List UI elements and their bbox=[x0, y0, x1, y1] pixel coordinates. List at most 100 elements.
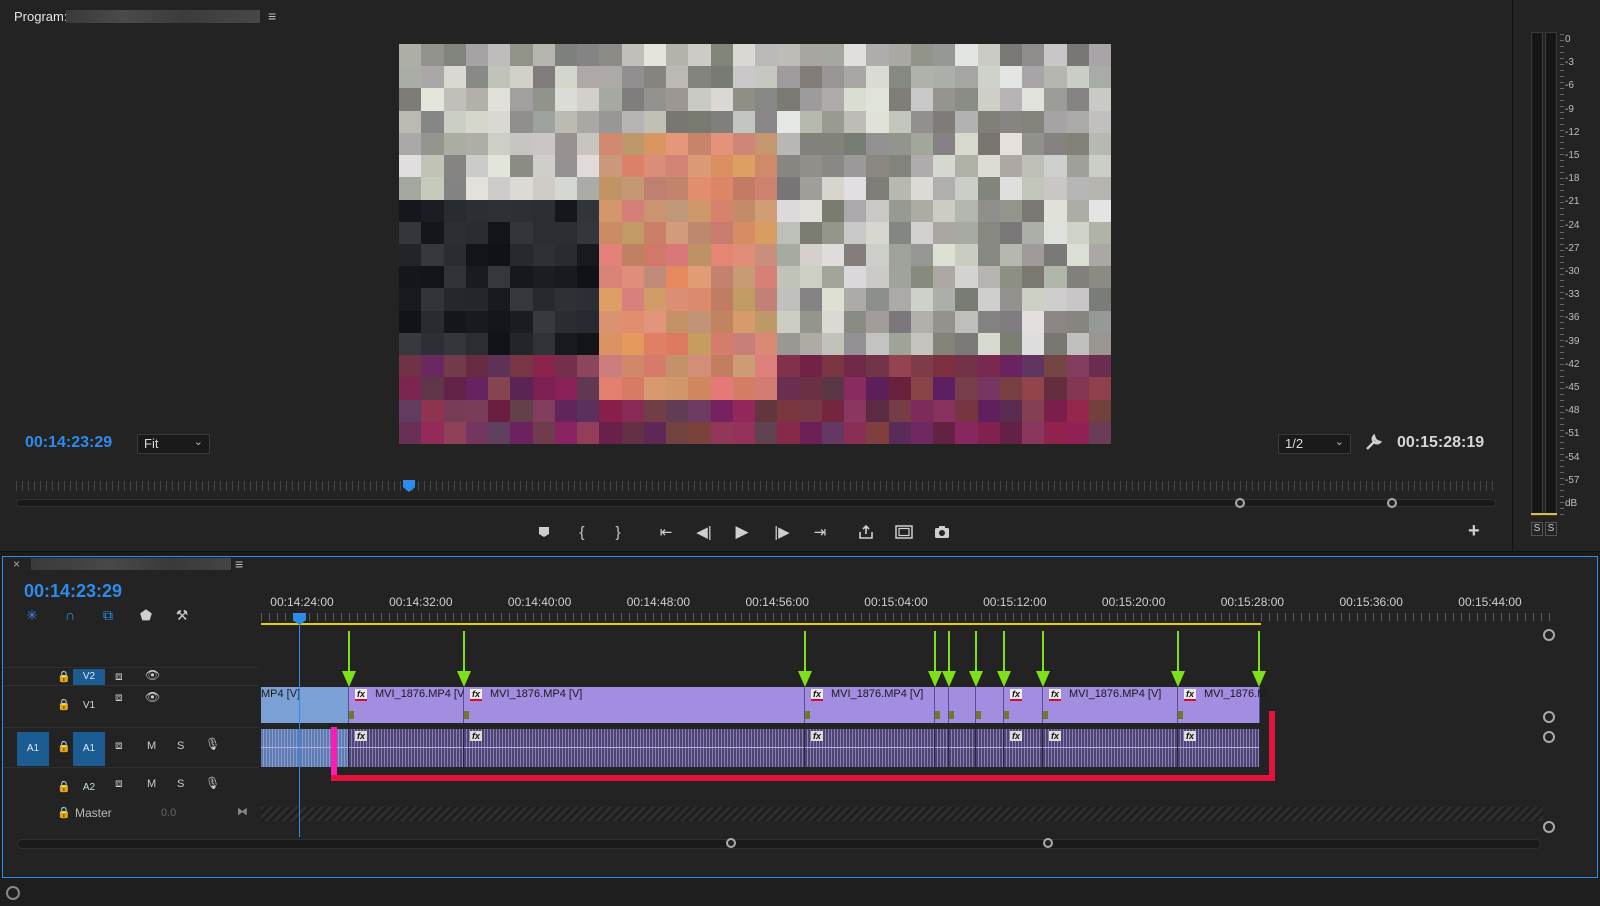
step-back-icon: ◀| bbox=[696, 524, 712, 541]
meter-scale-label: -51 bbox=[1565, 428, 1580, 440]
playback-resolution-value: 1/2 bbox=[1285, 436, 1304, 451]
video-clip[interactable]: fx MVI_1876.M bbox=[1178, 687, 1266, 723]
scroll-handle-right[interactable] bbox=[1043, 838, 1053, 848]
video-clip[interactable]: fx MVI_1876.MP4 [V] bbox=[464, 687, 805, 723]
meter-scale-label: -27 bbox=[1565, 242, 1580, 254]
fx-badge: fx bbox=[470, 731, 483, 741]
button-editor-add-icon[interactable]: + bbox=[1468, 520, 1480, 543]
solo-left-button[interactable]: S bbox=[1531, 522, 1543, 536]
meter-channel-right bbox=[1545, 32, 1557, 516]
vertical-scroll-knob[interactable] bbox=[1543, 629, 1555, 641]
timeline-zoom-scrollbar[interactable] bbox=[17, 838, 1541, 849]
fx-badge: fx bbox=[355, 689, 368, 701]
transition-marker[interactable] bbox=[976, 711, 981, 719]
audio-clip[interactable] bbox=[976, 729, 1004, 767]
monitor-time-ruler[interactable] bbox=[16, 481, 1496, 491]
annotation-arrow bbox=[342, 631, 356, 689]
playhead-timecode[interactable]: 00:14:23:29 bbox=[25, 434, 112, 452]
fx-badge: fx bbox=[470, 689, 483, 701]
audio-clip[interactable]: fx bbox=[1178, 729, 1260, 767]
vertical-scroll-knob[interactable] bbox=[1543, 731, 1555, 743]
duration-timecode: 00:15:28:19 bbox=[1397, 434, 1485, 451]
playback-resolution-select[interactable]: 1/2 ⌄ bbox=[1278, 434, 1351, 454]
zoom-level-value: Fit bbox=[144, 436, 159, 451]
scroll-handle-right[interactable] bbox=[1387, 498, 1397, 508]
mark-in-button[interactable]: { bbox=[570, 520, 594, 544]
transition-marker[interactable] bbox=[1043, 711, 1048, 719]
transition-marker[interactable] bbox=[949, 711, 954, 719]
clip-label: fx MVI_1876.MP4 [V] bbox=[355, 688, 468, 701]
vertical-scroll-knob[interactable] bbox=[1543, 711, 1555, 723]
step-back-button[interactable]: ◀| bbox=[692, 520, 716, 544]
video-clip[interactable]: MP4 [V] bbox=[261, 687, 349, 723]
transition-marker[interactable] bbox=[464, 711, 469, 719]
fx-badge: fx bbox=[1049, 731, 1062, 741]
play-button[interactable]: ▶ bbox=[730, 520, 754, 544]
chevron-down-icon: ⌄ bbox=[1334, 436, 1344, 448]
transition-marker[interactable] bbox=[1004, 711, 1009, 719]
video-clip[interactable]: fx MVI_1876.MP4 [V] bbox=[1043, 687, 1178, 723]
solo-right-button[interactable]: S bbox=[1545, 522, 1557, 536]
audio-clip[interactable]: fx bbox=[1043, 729, 1178, 767]
clip-label: fx bbox=[1010, 688, 1030, 701]
lift-icon bbox=[859, 524, 873, 539]
fx-badge: fx bbox=[1010, 689, 1023, 701]
go-to-out-button[interactable]: ⇥ bbox=[808, 520, 832, 544]
wrench-icon[interactable] bbox=[1364, 432, 1384, 452]
marker-icon bbox=[539, 527, 549, 537]
audio-clip[interactable] bbox=[949, 729, 976, 767]
clip-label: MP4 [V] bbox=[261, 688, 301, 700]
video-clip[interactable]: fx MVI_1876.MP4 [V] bbox=[805, 687, 935, 723]
annotation-arrow bbox=[928, 631, 942, 689]
scroll-handle-left[interactable] bbox=[1235, 498, 1245, 508]
annotation-arrow bbox=[969, 631, 983, 689]
fx-badge: fx bbox=[811, 731, 824, 741]
meter-scale-label: -36 bbox=[1565, 312, 1580, 324]
annotation-bracket-left bbox=[331, 727, 337, 781]
meter-scale-label: -12 bbox=[1565, 126, 1580, 138]
meter-scale-label: -45 bbox=[1565, 382, 1580, 393]
transition-marker[interactable] bbox=[935, 711, 940, 719]
audio-clip[interactable]: fx bbox=[464, 729, 805, 767]
monitor-zoom-scrollbar[interactable] bbox=[16, 498, 1496, 508]
lift-button[interactable] bbox=[854, 520, 878, 544]
mark-out-button[interactable]: } bbox=[606, 520, 630, 544]
audio-clip[interactable]: fx bbox=[805, 729, 935, 767]
status-bar bbox=[0, 878, 1600, 906]
video-clip[interactable]: fx MVI_1876.MP4 [V] bbox=[349, 687, 468, 723]
audio-clip[interactable]: fx bbox=[1004, 729, 1043, 767]
annotation-arrow bbox=[942, 631, 956, 689]
audio-clip[interactable] bbox=[935, 729, 949, 767]
annotation-arrow bbox=[457, 631, 471, 689]
step-forward-icon: |▶ bbox=[774, 524, 790, 541]
transition-marker[interactable] bbox=[349, 711, 354, 719]
safe-margins-button[interactable] bbox=[892, 520, 916, 544]
annotation-bracket-right bbox=[1269, 711, 1275, 781]
camera-icon bbox=[935, 526, 949, 538]
vertical-scroll-knob[interactable] bbox=[1543, 821, 1555, 833]
timeline-playhead-line[interactable] bbox=[299, 623, 300, 837]
meter-scale-label: -18 bbox=[1565, 173, 1580, 185]
annotation-arrow bbox=[798, 631, 812, 689]
step-forward-button[interactable]: |▶ bbox=[770, 520, 794, 544]
panel-menu-icon[interactable]: ≡ bbox=[268, 8, 276, 24]
audio-clip[interactable]: fx bbox=[349, 729, 464, 767]
zoom-level-select[interactable]: Fit ⌄ bbox=[137, 434, 210, 454]
add-marker-button[interactable] bbox=[532, 520, 556, 544]
chevron-down-icon: ⌄ bbox=[193, 436, 203, 448]
go-to-in-button[interactable]: ⇤ bbox=[654, 520, 678, 544]
mark-out-icon: } bbox=[615, 523, 621, 541]
transition-marker[interactable] bbox=[1178, 711, 1183, 719]
annotation-arrow bbox=[997, 631, 1011, 689]
meter-scale-label: -21 bbox=[1565, 196, 1580, 208]
scroll-handle-left[interactable] bbox=[726, 838, 736, 848]
transition-marker[interactable] bbox=[805, 711, 810, 719]
meter-scale-label: -33 bbox=[1565, 289, 1580, 301]
export-frame-button[interactable] bbox=[930, 520, 954, 544]
creative-cloud-icon[interactable] bbox=[6, 886, 20, 900]
meter-scale-label: -24 bbox=[1565, 219, 1580, 231]
video-clip[interactable]: fx bbox=[1004, 687, 1043, 723]
annotation-arrow bbox=[1036, 631, 1050, 689]
meter-level-indicator bbox=[1531, 513, 1557, 515]
meter-scale-label: -9 bbox=[1565, 103, 1574, 115]
